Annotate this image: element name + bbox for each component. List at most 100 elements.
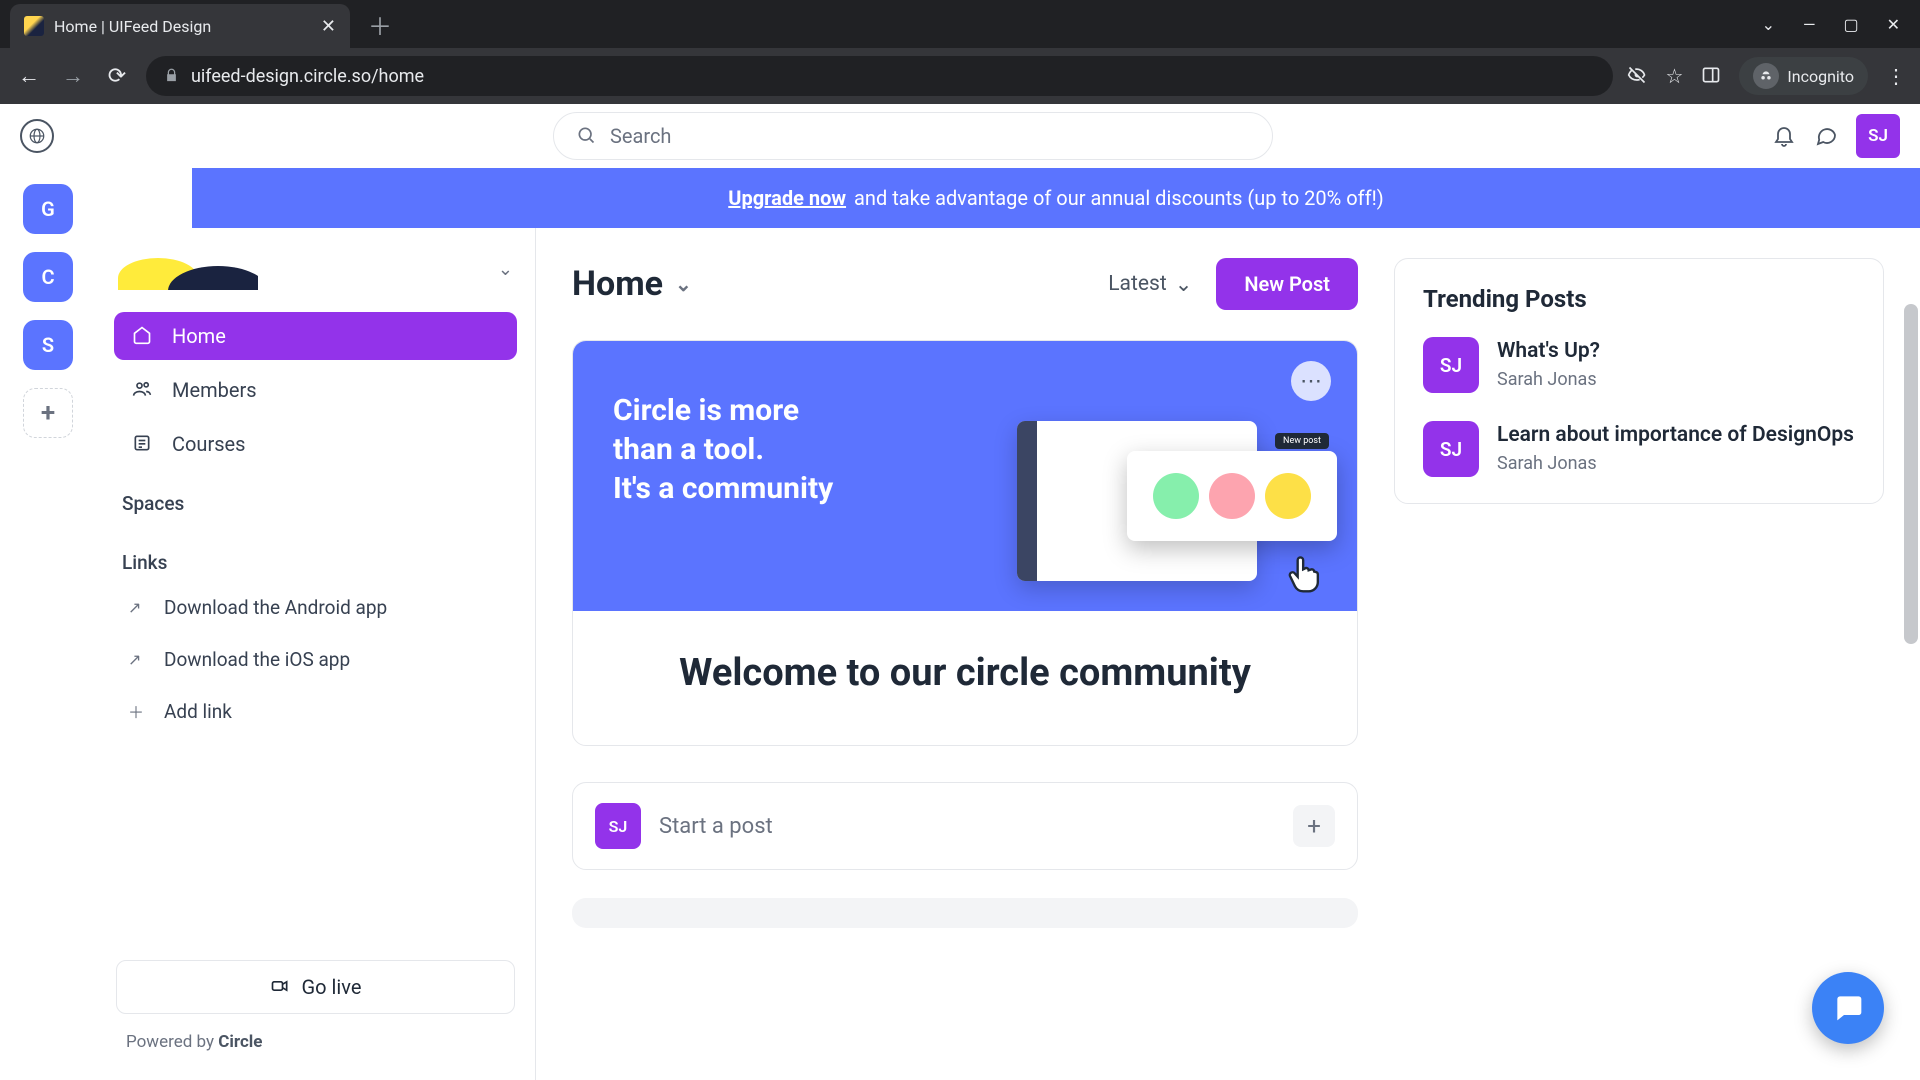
- banner-text: and take advantage of our annual discoun…: [854, 186, 1384, 210]
- courses-icon: [132, 432, 156, 456]
- trending-box: Trending Posts SJ What's Up? Sarah Jonas…: [1394, 258, 1884, 504]
- panel-icon[interactable]: [1701, 64, 1721, 88]
- community-logo: [118, 248, 258, 290]
- scrollbar-thumb[interactable]: [1904, 304, 1918, 644]
- nav-back-icon[interactable]: ←: [14, 63, 44, 89]
- home-icon: [132, 324, 156, 348]
- help-chat-fab[interactable]: [1812, 972, 1884, 1044]
- link-label: Add link: [164, 700, 232, 723]
- user-avatar[interactable]: SJ: [1856, 114, 1900, 158]
- powered-by: Powered by Circle: [116, 1014, 515, 1062]
- go-live-label: Go live: [302, 975, 362, 999]
- feed-title: Home: [572, 264, 663, 304]
- globe-icon[interactable]: [20, 119, 54, 153]
- composer-avatar: SJ: [595, 803, 641, 849]
- chat-icon[interactable]: [1814, 122, 1838, 150]
- search-wrap: Search: [74, 112, 1752, 160]
- search-placeholder: Search: [610, 124, 671, 148]
- bookmark-star-icon[interactable]: ☆: [1665, 64, 1683, 88]
- trending-column: Trending Posts SJ What's Up? Sarah Jonas…: [1394, 258, 1884, 1050]
- feed-title-dropdown[interactable]: Home ⌄: [572, 264, 692, 304]
- video-icon: [270, 975, 290, 999]
- trending-post-author: Sarah Jonas: [1497, 453, 1854, 474]
- header-actions: SJ: [1772, 114, 1900, 158]
- upgrade-link[interactable]: Upgrade now: [728, 186, 846, 210]
- chevron-down-icon: ⌄: [1175, 272, 1193, 297]
- workspace-c[interactable]: C: [23, 252, 73, 302]
- browser-tab-strip: Home | UIFeed Design ✕ ＋ ⌄ — ▢ ✕: [0, 0, 1920, 48]
- welcome-post-banner: Circle is more than a tool. It's a commu…: [573, 341, 1357, 611]
- content-area: Home ⌄ Latest ⌄ New Post: [536, 228, 1920, 1080]
- eye-off-icon[interactable]: [1627, 64, 1647, 88]
- trending-post-title: Learn about importance of DesignOps: [1497, 421, 1854, 449]
- workspace-g[interactable]: G: [23, 184, 73, 234]
- sidebar-item-members[interactable]: Members: [114, 366, 517, 414]
- tab-close-icon[interactable]: ✕: [321, 16, 336, 37]
- add-link-button[interactable]: ＋ Add link: [114, 690, 517, 732]
- new-tab-button[interactable]: ＋: [368, 7, 392, 42]
- post-more-icon[interactable]: ⋯: [1291, 361, 1331, 401]
- sidebar-nav: Home Members Courses: [110, 312, 521, 468]
- chevron-down-icon[interactable]: ⌄: [498, 259, 513, 280]
- members-icon: [132, 378, 156, 402]
- lock-icon: [164, 67, 179, 85]
- trending-post[interactable]: SJ What's Up? Sarah Jonas: [1423, 337, 1855, 393]
- link-android-app[interactable]: ↗ Download the Android app: [114, 586, 517, 628]
- feed-header: Home ⌄ Latest ⌄ New Post: [572, 258, 1358, 310]
- feed-column: Home ⌄ Latest ⌄ New Post: [572, 258, 1358, 1050]
- workspace-rail: G C S +: [0, 168, 96, 1080]
- composer-plus-icon[interactable]: +: [1293, 805, 1335, 847]
- sort-dropdown[interactable]: Latest ⌄: [1108, 272, 1192, 297]
- trending-post-author: Sarah Jonas: [1497, 369, 1600, 390]
- sidebar-item-home[interactable]: Home: [114, 312, 517, 360]
- bell-icon[interactable]: [1772, 122, 1796, 150]
- new-post-button[interactable]: New Post: [1216, 258, 1358, 310]
- window-controls: ⌄ — ▢ ✕: [1762, 15, 1920, 34]
- trending-avatar: SJ: [1423, 421, 1479, 477]
- sidebar-item-label: Courses: [172, 432, 245, 456]
- trending-post[interactable]: SJ Learn about importance of DesignOps S…: [1423, 421, 1855, 477]
- link-label: Download the Android app: [164, 596, 387, 619]
- workspace-s[interactable]: S: [23, 320, 73, 370]
- link-ios-app[interactable]: ↗ Download the iOS app: [114, 638, 517, 680]
- links-section-label: Links: [110, 527, 521, 586]
- kebab-menu-icon[interactable]: ⋮: [1886, 64, 1906, 88]
- url-text: uifeed-design.circle.so/home: [191, 66, 424, 87]
- tab-title: Home | UIFeed Design: [54, 17, 211, 36]
- search-input[interactable]: Search: [553, 112, 1273, 160]
- incognito-icon: [1753, 63, 1779, 89]
- chevron-down-icon[interactable]: ⌄: [1762, 15, 1775, 34]
- window-close-icon[interactable]: ✕: [1887, 15, 1900, 34]
- incognito-badge[interactable]: Incognito: [1739, 57, 1868, 95]
- upgrade-banner: Upgrade now and take advantage of our an…: [192, 168, 1920, 228]
- chat-bubble-icon: [1832, 989, 1864, 1027]
- add-workspace-button[interactable]: +: [23, 388, 73, 438]
- go-live-button[interactable]: Go live: [116, 960, 515, 1014]
- app-header: Search SJ: [0, 104, 1920, 168]
- sidebar-header[interactable]: ⌄: [110, 248, 521, 312]
- plus-icon: ＋: [128, 699, 148, 723]
- feed-card-peek: [572, 898, 1358, 928]
- post-composer[interactable]: SJ Start a post +: [572, 782, 1358, 870]
- link-label: Download the iOS app: [164, 648, 350, 671]
- sidebar-item-courses[interactable]: Courses: [114, 420, 517, 468]
- browser-tab-active[interactable]: Home | UIFeed Design ✕: [10, 4, 350, 48]
- chevron-down-icon: ⌄: [675, 272, 692, 296]
- welcome-post-card[interactable]: Circle is more than a tool. It's a commu…: [572, 340, 1358, 746]
- spaces-section-label: Spaces: [110, 468, 521, 527]
- banner-illustration: [1017, 411, 1317, 591]
- powered-brand[interactable]: Circle: [218, 1032, 262, 1052]
- sidebar-item-label: Home: [172, 324, 226, 348]
- window-minimize-icon[interactable]: —: [1803, 15, 1816, 34]
- trending-post-title: What's Up?: [1497, 337, 1600, 365]
- composer-placeholder: Start a post: [659, 814, 773, 839]
- hand-cursor-icon: [1283, 549, 1327, 601]
- nav-forward-icon[interactable]: →: [58, 63, 88, 89]
- search-icon: [576, 124, 596, 148]
- arrow-up-right-icon: ↗: [128, 598, 148, 617]
- sidebar-item-label: Members: [172, 378, 257, 402]
- window-maximize-icon[interactable]: ▢: [1843, 15, 1858, 34]
- browser-address-bar: ← → ⟳ uifeed-design.circle.so/home ☆ Inc…: [0, 48, 1920, 104]
- nav-reload-icon[interactable]: ⟳: [102, 64, 132, 89]
- url-input[interactable]: uifeed-design.circle.so/home: [146, 56, 1613, 96]
